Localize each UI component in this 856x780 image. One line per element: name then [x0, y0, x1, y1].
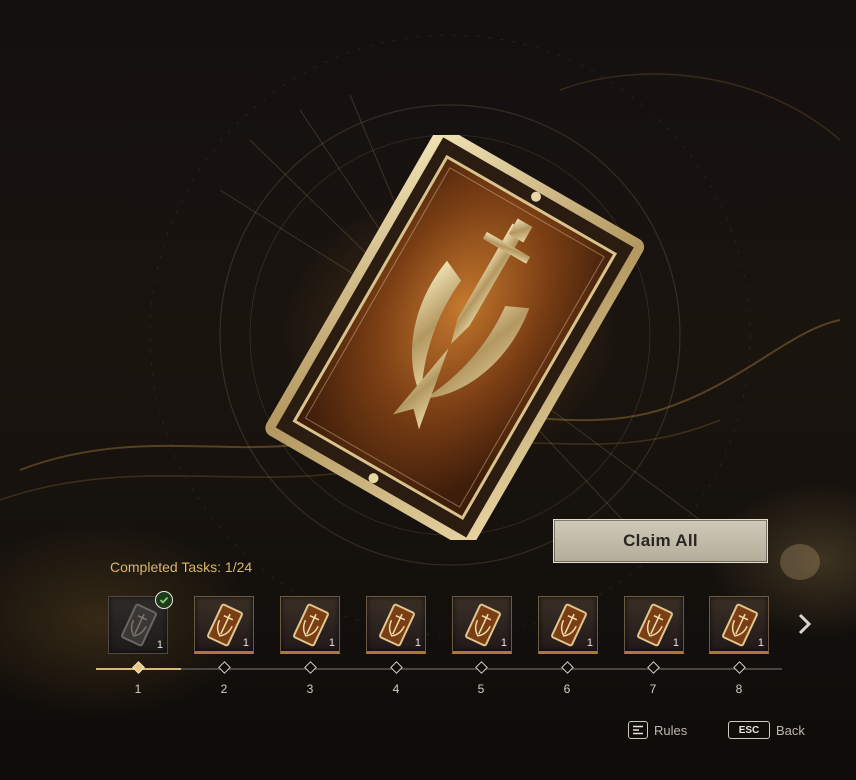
sword-crest-shield-icon [265, 135, 645, 540]
reward-card-6[interactable]: 1 [538, 596, 598, 654]
reward-card-1[interactable]: 1 [108, 591, 173, 654]
progress-node-label: 7 [649, 682, 657, 696]
reward-quantity: 1 [328, 637, 335, 649]
progress-node-label: 3 [306, 682, 314, 696]
progress-node-label: 8 [735, 682, 743, 696]
progress-node-label: 6 [563, 682, 571, 696]
progress-track [96, 668, 782, 670]
reward-quantity: 1 [757, 637, 764, 649]
reward-card-4[interactable]: 1 [366, 596, 426, 654]
shield-reward-icon [465, 603, 501, 647]
reward-card-2[interactable]: 1 [194, 596, 254, 654]
reward-quantity: 1 [500, 637, 507, 649]
reward-quantity: 1 [672, 637, 679, 649]
chevron-right-icon[interactable] [792, 609, 818, 639]
reward-card-7[interactable]: 1 [624, 596, 684, 654]
shield-reward-icon [121, 603, 157, 647]
shield-reward-icon [207, 603, 243, 647]
shield-reward-icon [379, 603, 415, 647]
list-icon [628, 721, 648, 739]
rewards-screen: Claim All Completed Tasks: 1/24 1 1 1 1 … [0, 0, 856, 780]
reward-quantity: 1 [586, 637, 593, 649]
reward-quantity: 1 [242, 637, 249, 649]
reward-list: 1 1 1 1 1 1 1 1 [108, 591, 788, 656]
shield-reward-icon [293, 603, 329, 647]
reward-card-5[interactable]: 1 [452, 596, 512, 654]
shield-reward-icon [637, 603, 673, 647]
progress-node-label: 1 [134, 682, 142, 696]
reward-card-3[interactable]: 1 [280, 596, 340, 654]
esc-key-badge: ESC [728, 721, 770, 739]
rules-label: Rules [654, 722, 688, 738]
progress-node-label: 4 [392, 682, 400, 696]
rules-button[interactable]: Rules [628, 719, 687, 741]
progress-node-label: 2 [220, 682, 228, 696]
back-label: Back [776, 722, 805, 738]
claimed-check-icon [155, 591, 173, 609]
reward-quantity: 1 [156, 639, 163, 651]
progress-node-label: 5 [477, 682, 485, 696]
reward-quantity: 1 [414, 637, 421, 649]
back-button[interactable]: ESC Back [728, 719, 805, 741]
shield-reward-icon [551, 603, 587, 647]
shield-reward-icon [722, 603, 758, 647]
claim-all-button[interactable]: Claim All [553, 519, 768, 563]
completed-tasks-label: Completed Tasks: 1/24 [110, 559, 253, 575]
reward-card-8[interactable]: 1 [709, 596, 769, 654]
